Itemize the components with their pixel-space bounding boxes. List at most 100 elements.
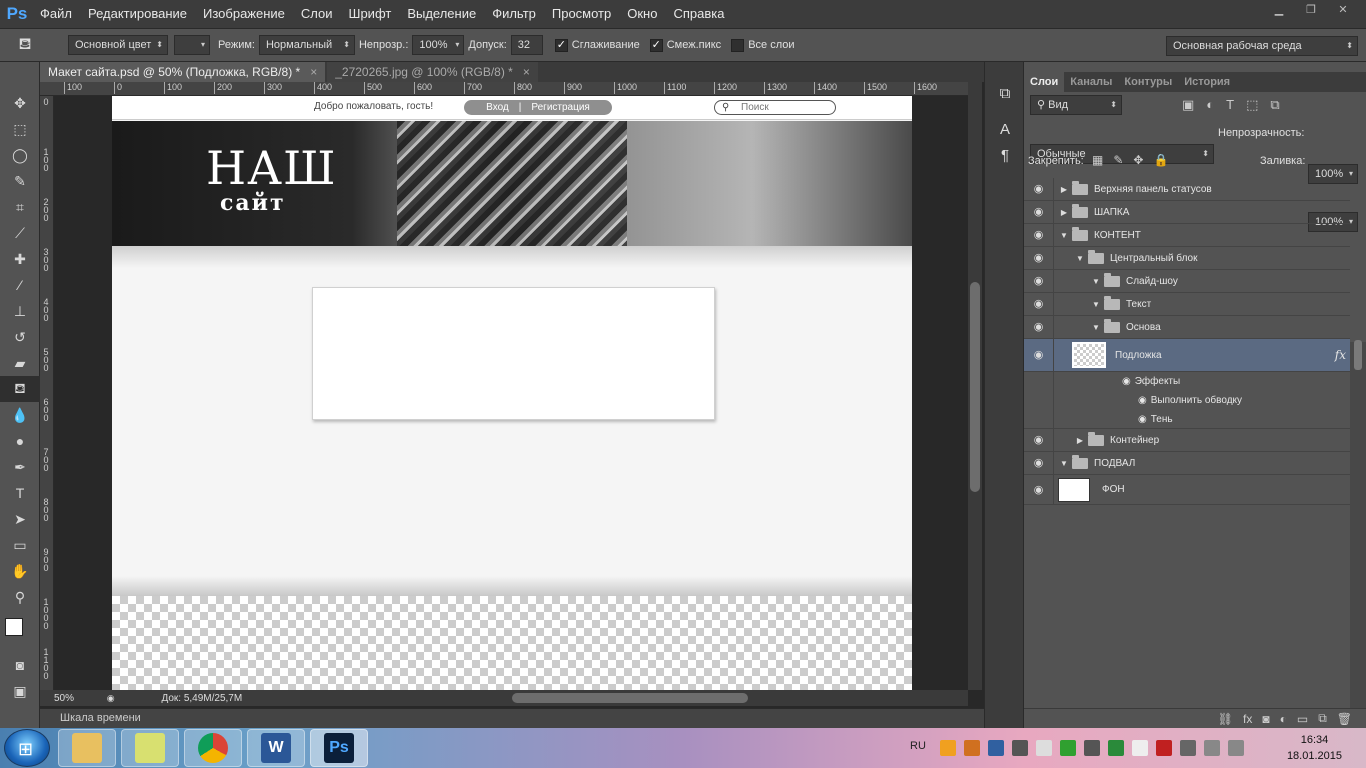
tab-jpg[interactable]: _2720265.jpg @ 100% (RGB/8) * ×	[327, 62, 538, 82]
effect-row[interactable]: ◉ Выполнить обводку	[1024, 391, 1350, 410]
taskbar-word[interactable]: W	[247, 729, 305, 767]
quick-select-tool-icon[interactable]: ✎	[0, 168, 40, 194]
tray-app-icon[interactable]	[1132, 740, 1148, 756]
new-layer-icon[interactable]: ⧉	[1318, 711, 1327, 726]
layer-row-selected[interactable]: ◉ Подложка fx	[1024, 339, 1350, 372]
hand-tool-icon[interactable]: ✋	[0, 558, 40, 584]
layer-row[interactable]: ◉ ▶ Верхняя панель статусов	[1024, 178, 1350, 201]
tolerance-input[interactable]: 32	[510, 35, 543, 55]
lock-position-icon[interactable]: ✥	[1133, 153, 1143, 167]
marquee-tool-icon[interactable]: ⬚	[0, 116, 40, 142]
menu-layers[interactable]: Слои	[293, 0, 341, 28]
taskbar-chrome[interactable]	[184, 729, 242, 767]
tab-layers[interactable]: Слои	[1024, 72, 1065, 92]
mode-dropdown[interactable]: Нормальный ⬍	[258, 35, 355, 55]
clock[interactable]: 16:34 18.01.2015	[1287, 732, 1342, 764]
minimize-button[interactable]: ▁	[1264, 0, 1294, 18]
tab-maket[interactable]: Макет сайта.psd @ 50% (Подложка, RGB/8) …	[40, 62, 326, 82]
collapse-arrow-icon[interactable]: ▼	[1058, 231, 1070, 240]
eraser-tool-icon[interactable]: ▰	[0, 350, 40, 376]
eye-icon[interactable]: ◉	[1024, 201, 1054, 223]
network-icon[interactable]	[1204, 740, 1220, 756]
fill-source-dropdown[interactable]: Основной цвет ⬍	[68, 35, 168, 55]
ati-icon[interactable]	[1156, 740, 1172, 756]
lasso-tool-icon[interactable]: ◯	[0, 142, 40, 168]
collapse-arrow-icon[interactable]: ▼	[1090, 323, 1102, 332]
taskbar-sticky[interactable]	[121, 729, 179, 767]
lock-transparency-icon[interactable]: ▦	[1092, 153, 1103, 167]
antialias-checkbox[interactable]: ✓	[554, 38, 568, 52]
menu-file[interactable]: Файл	[32, 0, 80, 28]
menu-filter[interactable]: Фильтр	[484, 0, 544, 28]
timeline-bar[interactable]: Шкала времени	[40, 708, 984, 728]
filter-shape-icon[interactable]: ⬚	[1246, 97, 1258, 113]
stamp-tool-icon[interactable]: ⊥	[0, 298, 40, 324]
menu-type[interactable]: Шрифт	[341, 0, 400, 28]
layer-row[interactable]: ◉ ▼ Слайд-шоу	[1024, 270, 1350, 293]
delete-layer-icon[interactable]: 🗑	[1337, 712, 1352, 726]
document-canvas[interactable]: Добро пожаловать, гость! Вход | Регистра…	[112, 96, 912, 690]
rectangle-tool-icon[interactable]: ▭	[0, 532, 40, 558]
3d-panel-icon[interactable]: ⧉	[985, 80, 1025, 106]
layer-row[interactable]: ◉ ▼ Центральный блок	[1024, 247, 1350, 270]
eye-icon[interactable]: ◉	[1122, 376, 1131, 387]
brush-tool-icon[interactable]: ⁄	[0, 272, 40, 298]
tray-app-icon[interactable]	[1036, 740, 1052, 756]
screen-mode-icon[interactable]: ▣	[0, 678, 40, 704]
eye-icon[interactable]: ◉	[1024, 293, 1054, 315]
effect-row[interactable]: ◉ Тень	[1024, 410, 1350, 429]
layer-row[interactable]: ◉ ▶ Контейнер	[1024, 429, 1350, 452]
collapse-arrow-icon[interactable]: ▼	[1090, 277, 1102, 286]
tab-history[interactable]: История	[1178, 72, 1236, 92]
tray-app-icon[interactable]	[964, 740, 980, 756]
expand-arrow-icon[interactable]: ▶	[1058, 185, 1070, 194]
photoshop-logo[interactable]: Ps	[2, 0, 32, 28]
tray-app-icon[interactable]	[1180, 740, 1196, 756]
quick-mask-icon[interactable]: ◙	[0, 652, 40, 678]
character-panel-icon[interactable]: A	[985, 116, 1025, 142]
collapse-arrow-icon[interactable]: ▼	[1090, 300, 1102, 309]
add-mask-icon[interactable]: ◙	[1262, 712, 1269, 726]
eye-icon[interactable]: ◉	[1024, 224, 1054, 246]
volume-icon[interactable]	[1228, 740, 1244, 756]
horizontal-scrollbar[interactable]	[300, 690, 968, 706]
zoom-level[interactable]: 50%	[54, 693, 74, 704]
paint-bucket-icon[interactable]: ⛾	[0, 35, 50, 55]
eye-icon[interactable]: ◉	[1024, 452, 1054, 474]
layer-row[interactable]: ◉ ▼ Текст	[1024, 293, 1350, 316]
new-adjustment-icon[interactable]: ◐	[1280, 712, 1287, 726]
paragraph-panel-icon[interactable]: ¶	[985, 142, 1025, 168]
lock-pixels-icon[interactable]: ✎	[1113, 153, 1123, 167]
menu-edit[interactable]: Редактирование	[80, 0, 195, 28]
eye-icon[interactable]: ◉	[1024, 475, 1054, 504]
tab-paths[interactable]: Контуры	[1118, 72, 1178, 92]
healing-tool-icon[interactable]: ✚	[0, 246, 40, 272]
close-window-button[interactable]: ✕	[1328, 0, 1358, 18]
horizontal-scroll-thumb[interactable]	[512, 693, 748, 703]
blur-tool-icon[interactable]: 💧	[0, 402, 40, 428]
vertical-scrollbar[interactable]	[968, 82, 982, 690]
filter-smart-icon[interactable]: ⧉	[1270, 97, 1279, 113]
filter-pixel-icon[interactable]: ▣	[1182, 97, 1194, 113]
menu-select[interactable]: Выделение	[399, 0, 484, 28]
filter-adjust-icon[interactable]: ◐	[1206, 97, 1214, 113]
taskbar-photoshop[interactable]: Ps	[310, 729, 368, 767]
history-brush-tool-icon[interactable]: ↺	[0, 324, 40, 350]
tray-app-icon[interactable]	[1012, 740, 1028, 756]
eye-icon[interactable]: ◉	[1138, 414, 1147, 425]
tray-app-icon[interactable]	[988, 740, 1004, 756]
menu-window[interactable]: Окно	[619, 0, 665, 28]
eyedropper-tool-icon[interactable]: ⟋	[0, 220, 40, 246]
layer-row[interactable]: ◉ ▶ ШАПКА	[1024, 201, 1350, 224]
effects-row[interactable]: ◉ Эффекты	[1024, 372, 1350, 391]
start-button[interactable]: ⊞	[4, 729, 50, 767]
menu-image[interactable]: Изображение	[195, 0, 293, 28]
contiguous-checkbox[interactable]: ✓	[649, 38, 663, 52]
opacity-input[interactable]: 100% ▾	[412, 35, 465, 55]
vertical-scroll-thumb[interactable]	[970, 282, 980, 492]
language-indicator[interactable]: RU	[910, 740, 926, 752]
dodge-tool-icon[interactable]: ●	[0, 428, 40, 454]
taskbar-explorer[interactable]	[58, 729, 116, 767]
layer-row[interactable]: ◉ ▼ Основа	[1024, 316, 1350, 339]
menu-help[interactable]: Справка	[665, 0, 732, 28]
